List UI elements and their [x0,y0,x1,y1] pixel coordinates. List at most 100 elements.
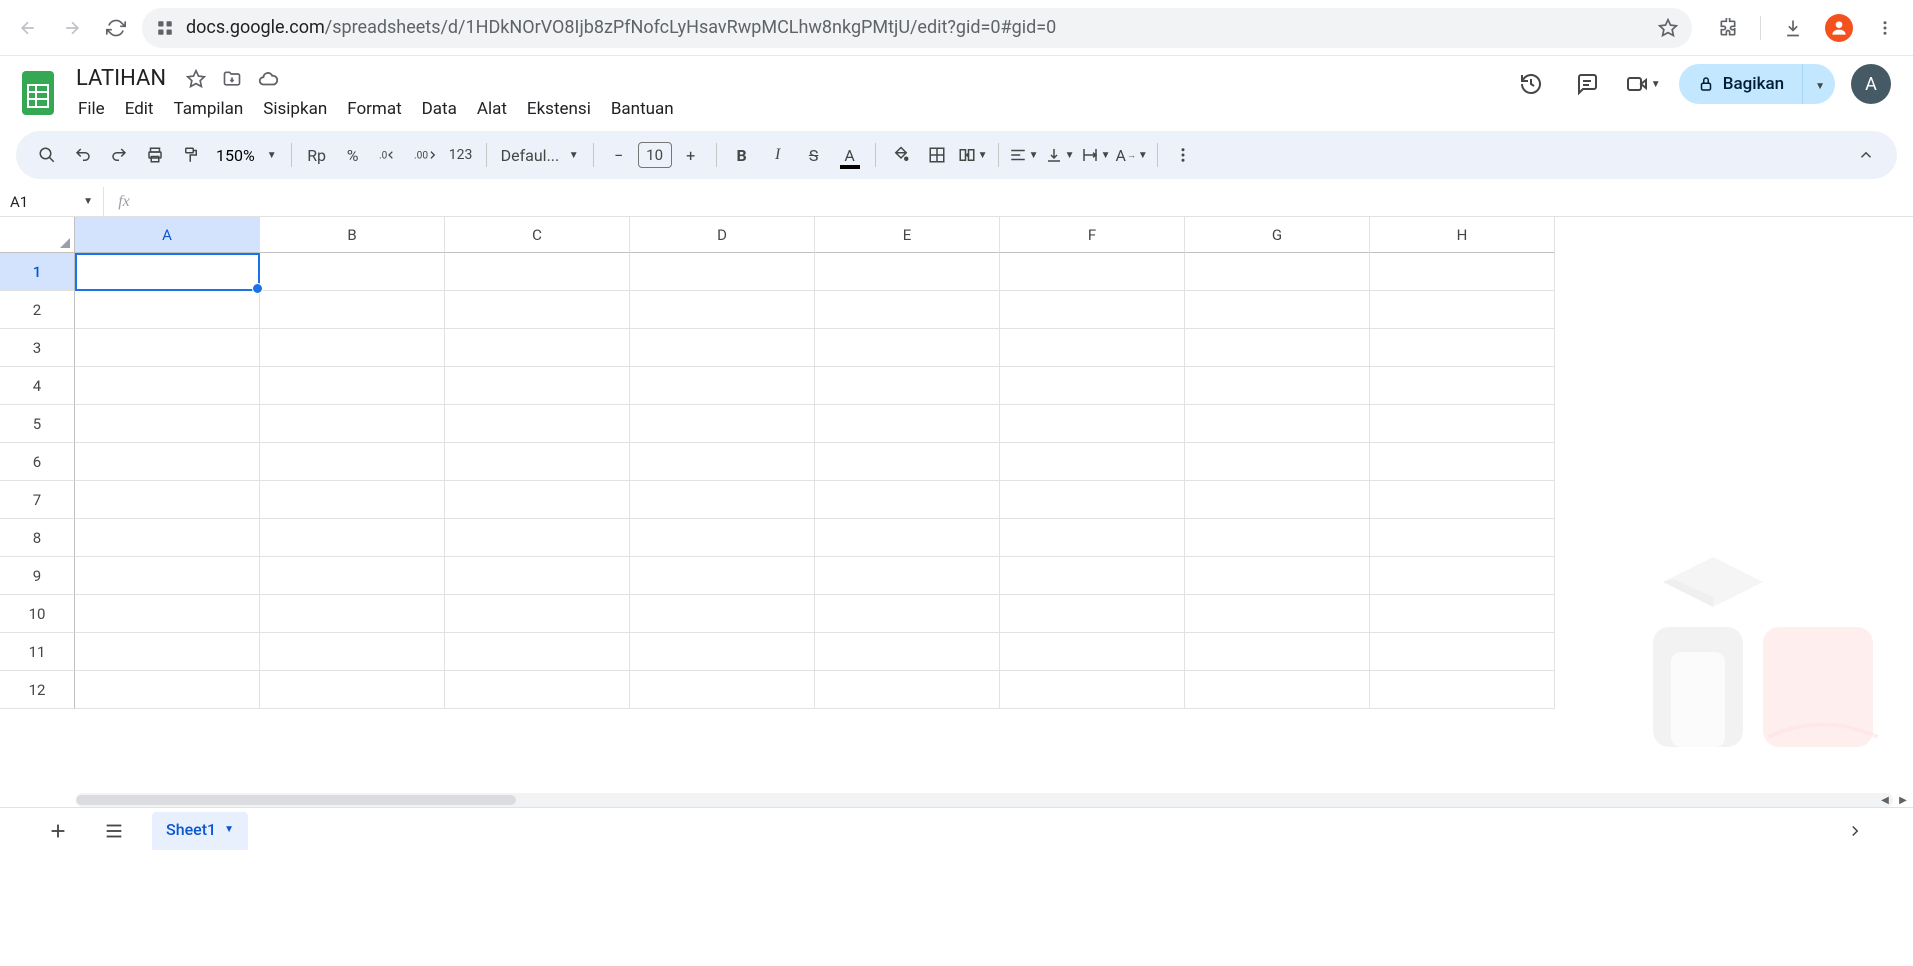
cell[interactable] [75,405,260,443]
cell[interactable] [815,253,1000,291]
cell[interactable] [1000,329,1185,367]
select-all-corner[interactable] [0,217,75,253]
cell[interactable] [445,443,630,481]
cell[interactable] [1370,291,1555,329]
cell[interactable] [815,367,1000,405]
paint-format-icon[interactable] [174,138,208,172]
cell[interactable] [1000,443,1185,481]
cell[interactable] [260,595,445,633]
scroll-left-icon[interactable]: ◀ [1877,793,1893,807]
browser-menu-icon[interactable] [1867,10,1903,46]
fill-color-icon[interactable] [884,138,918,172]
increase-font-icon[interactable]: + [674,138,708,172]
cell[interactable] [1000,557,1185,595]
cell[interactable] [1370,443,1555,481]
cell[interactable] [1185,557,1370,595]
cell[interactable] [1000,481,1185,519]
undo-icon[interactable] [66,138,100,172]
cloud-status-icon[interactable] [256,67,280,91]
cell[interactable] [815,519,1000,557]
row-header[interactable]: 6 [0,443,75,481]
menu-file[interactable]: File [70,95,113,123]
menu-data[interactable]: Data [414,95,465,123]
redo-icon[interactable] [102,138,136,172]
add-sheet-icon[interactable] [40,813,76,849]
horizontal-align-icon[interactable]: ▼ [1007,138,1041,172]
cell[interactable] [1000,367,1185,405]
menu-edit[interactable]: Edit [117,95,162,123]
cell[interactable] [630,443,815,481]
cell[interactable] [260,671,445,709]
column-header[interactable]: B [260,217,445,253]
cell[interactable] [1370,595,1555,633]
cell[interactable] [1000,519,1185,557]
cell[interactable] [630,291,815,329]
cell[interactable] [445,633,630,671]
text-rotation-icon[interactable]: A→▼ [1115,138,1149,172]
cell[interactable] [1000,405,1185,443]
bookmark-star-icon[interactable] [1658,18,1678,38]
menu-ekstensi[interactable]: Ekstensi [519,95,599,123]
cell[interactable] [1370,633,1555,671]
cell[interactable] [630,329,815,367]
cell[interactable] [815,329,1000,367]
cell[interactable] [1185,671,1370,709]
cell[interactable] [260,291,445,329]
history-icon[interactable] [1511,64,1551,104]
collapse-toolbar-icon[interactable] [1849,138,1883,172]
cell[interactable] [75,367,260,405]
vertical-align-icon[interactable]: ▼ [1043,138,1077,172]
cell[interactable] [630,481,815,519]
bold-icon[interactable]: B [725,138,759,172]
cell[interactable] [260,367,445,405]
column-header[interactable]: A [75,217,260,253]
cell[interactable] [445,405,630,443]
cell[interactable] [445,253,630,291]
cell[interactable] [815,633,1000,671]
cell[interactable] [1185,633,1370,671]
column-header[interactable]: E [815,217,1000,253]
cell[interactable] [75,595,260,633]
column-header[interactable]: F [1000,217,1185,253]
cell[interactable] [75,481,260,519]
column-header[interactable]: D [630,217,815,253]
increase-decimal-icon[interactable]: .00 [408,138,442,172]
text-wrap-icon[interactable]: ▼ [1079,138,1113,172]
row-header[interactable]: 7 [0,481,75,519]
italic-icon[interactable]: I [761,138,795,172]
cell[interactable] [260,405,445,443]
currency-button[interactable]: Rp [300,138,334,172]
cell[interactable] [445,481,630,519]
cell[interactable] [1185,405,1370,443]
explore-icon[interactable] [1837,813,1873,849]
meet-icon[interactable]: ▼ [1623,64,1663,104]
star-icon[interactable] [184,67,208,91]
sheets-logo-icon[interactable] [16,64,60,122]
row-header[interactable]: 12 [0,671,75,709]
row-header[interactable]: 9 [0,557,75,595]
cell[interactable] [75,253,260,291]
cell[interactable] [1185,253,1370,291]
row-header[interactable]: 3 [0,329,75,367]
cell[interactable] [630,557,815,595]
cell[interactable] [630,519,815,557]
cell[interactable] [1185,481,1370,519]
cell[interactable] [445,557,630,595]
cell[interactable] [1000,633,1185,671]
formula-input[interactable] [144,187,1913,216]
cell[interactable] [260,519,445,557]
cell[interactable] [1370,557,1555,595]
document-title[interactable]: LATIHAN [70,64,172,93]
cell[interactable] [445,519,630,557]
cell[interactable] [445,671,630,709]
menu-sisipkan[interactable]: Sisipkan [255,95,335,123]
cell[interactable] [630,253,815,291]
cell[interactable] [75,329,260,367]
strikethrough-icon[interactable]: S [797,138,831,172]
cell[interactable] [75,633,260,671]
cell[interactable] [260,481,445,519]
cell[interactable] [815,595,1000,633]
horizontal-scrollbar[interactable] [76,793,1893,807]
cell[interactable] [75,519,260,557]
cell[interactable] [75,291,260,329]
